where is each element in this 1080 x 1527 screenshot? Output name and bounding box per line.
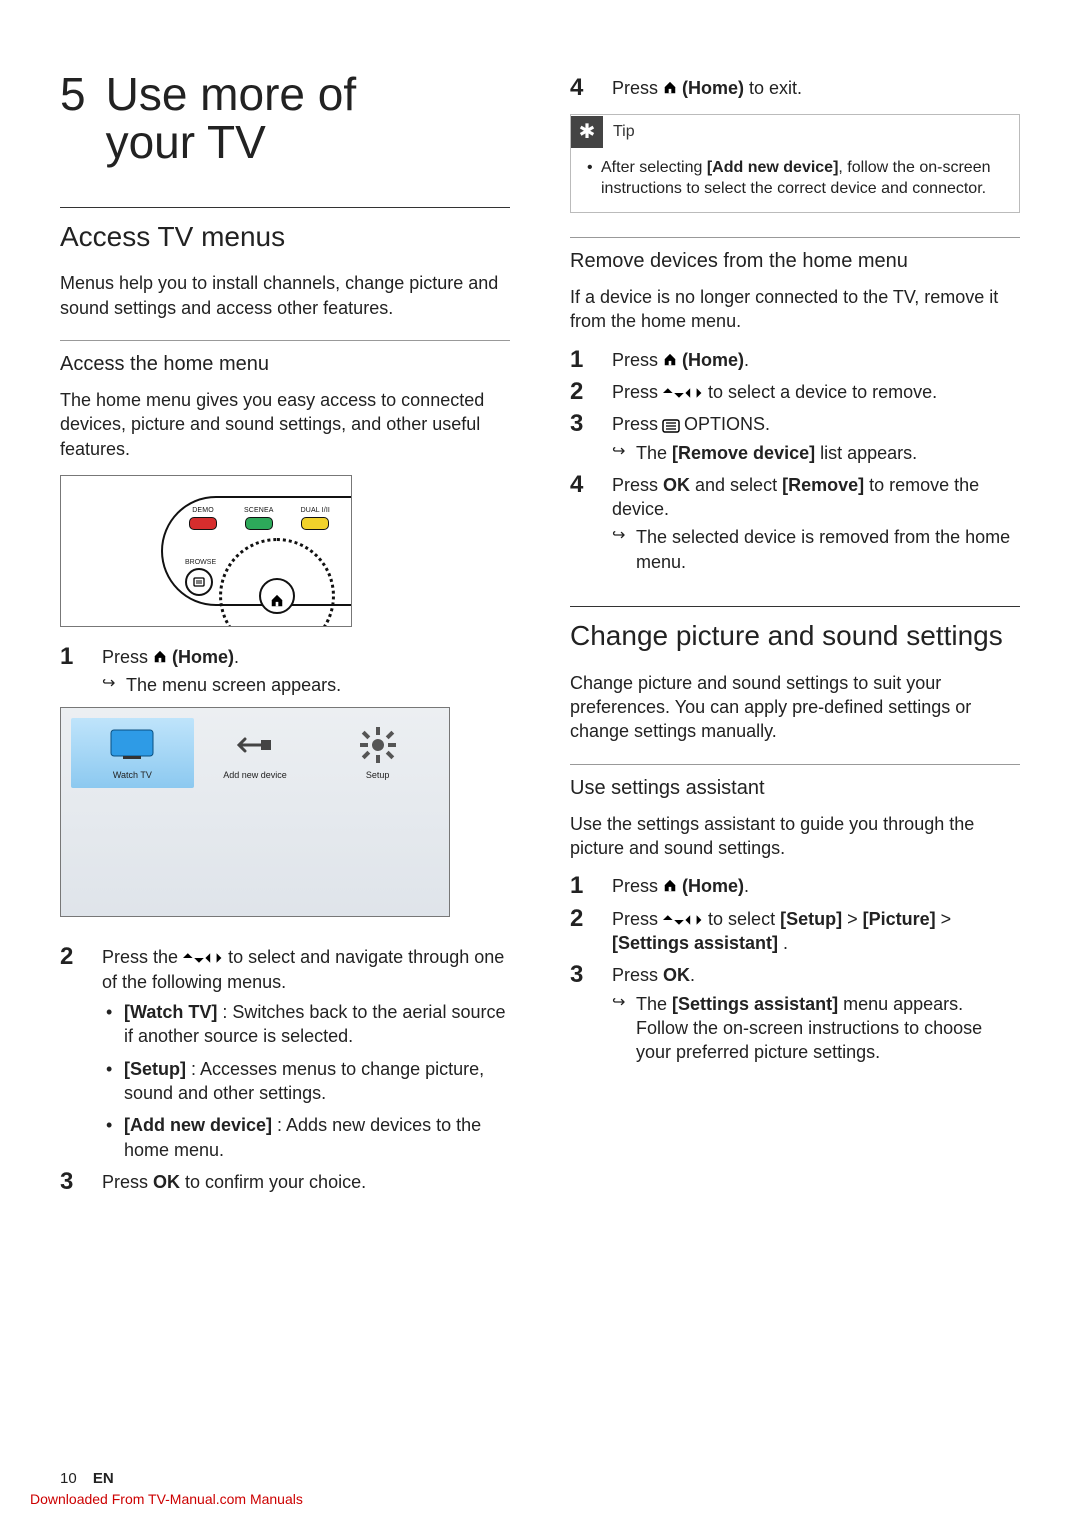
assist-step-1: Press (Home). xyxy=(570,874,1020,898)
remove-step-4: Press OK and select [Remove] to remove t… xyxy=(570,473,1020,574)
remote-key-yellow xyxy=(301,517,329,530)
bullet-watch-tv: [Watch TV] : Switches back to the aerial… xyxy=(102,1000,510,1049)
left-column: 5 Use more of your TV Access TV menus Me… xyxy=(60,70,510,1204)
remote-browse-label: BROWSE xyxy=(185,558,216,567)
page-lang: EN xyxy=(93,1470,114,1487)
tile-setup: Setup xyxy=(316,718,439,788)
subsection-intro: The home menu gives you easy access to c… xyxy=(60,388,510,461)
subsection-remove-devices: Remove devices from the home menu xyxy=(570,248,1020,275)
rule xyxy=(570,237,1020,238)
section-access-tv-menus: Access TV menus xyxy=(60,218,510,256)
remove-step-3-result: The [Remove device] list appears. xyxy=(612,441,1020,465)
home-icon xyxy=(663,348,677,362)
tile-label: Add new device xyxy=(223,769,287,781)
home-icon xyxy=(153,645,167,659)
bullet-add-new-device: [Add new device] : Adds new devices to t… xyxy=(102,1113,510,1162)
right-column: Press (Home) to exit. ✱ Tip After select… xyxy=(570,70,1020,1204)
tile-label: Watch TV xyxy=(113,769,152,781)
rule xyxy=(570,606,1020,607)
tip-box: ✱ Tip After selecting [Add new device], … xyxy=(570,114,1020,213)
tip-body: After selecting [Add new device], follow… xyxy=(585,157,1005,200)
remote-key-label: SCENEA xyxy=(244,506,274,515)
remote-browse-button xyxy=(185,568,213,596)
nav-arrows-icon xyxy=(183,945,223,957)
tip-icon: ✱ xyxy=(571,116,603,148)
page-number: 10 xyxy=(60,1469,77,1489)
tv-menu-illustration: Watch TV Add new device Setup xyxy=(60,707,450,917)
step-2: Press the to select and navigate through… xyxy=(60,945,510,1161)
step-4: Press (Home) to exit. xyxy=(570,76,1020,100)
chapter-number: 5 xyxy=(60,70,86,118)
section-intro: Menus help you to install channels, chan… xyxy=(60,271,510,320)
step-1-result: The menu screen appears. xyxy=(102,673,510,697)
remote-key-label: DEMO xyxy=(189,506,217,515)
section-change-picture-sound: Change picture and sound settings xyxy=(570,617,1020,655)
remote-illustration: DEMO SCENEA DUAL I/II SLEEP BROWSE xyxy=(60,475,352,627)
tile-label: Setup xyxy=(366,769,390,781)
rule xyxy=(60,340,510,341)
home-label: (Home) xyxy=(682,78,744,98)
remote-key-label: DUAL I/II xyxy=(301,506,330,515)
tip-title: Tip xyxy=(613,115,635,149)
chapter-title-line2: your TV xyxy=(106,116,266,168)
remove-step-4-result: The selected device is removed from the … xyxy=(612,525,1020,574)
subsection-intro: If a device is no longer connected to th… xyxy=(570,285,1020,334)
rule xyxy=(60,207,510,208)
step-1: Press (Home). The menu screen appears. xyxy=(60,645,510,698)
subsection-intro: Use the settings assistant to guide you … xyxy=(570,812,1020,861)
assist-step-3: Press OK. The [Settings assistant] menu … xyxy=(570,963,1020,1064)
subsection-settings-assistant: Use settings assistant xyxy=(570,775,1020,802)
rule xyxy=(570,764,1020,765)
remote-key-green xyxy=(245,517,273,530)
remove-step-1: Press (Home). xyxy=(570,348,1020,372)
step-3: Press OK to confirm your choice. xyxy=(60,1170,510,1194)
assist-step-2: Press to select [Setup] > [Picture] >[Se… xyxy=(570,907,1020,956)
home-label: (Home) xyxy=(172,647,234,667)
subsection-access-home-menu: Access the home menu xyxy=(60,351,510,378)
remote-key-red xyxy=(189,517,217,530)
download-footer: Downloaded From TV-Manual.com Manuals xyxy=(30,1490,303,1509)
home-icon xyxy=(663,874,677,888)
assist-step-3-result: The [Settings assistant] menu appears. F… xyxy=(612,992,1020,1065)
remove-step-3: Press OPTIONS. The [Remove device] list … xyxy=(570,412,1020,465)
options-icon xyxy=(663,413,679,425)
home-icon xyxy=(663,76,677,90)
section-intro: Change picture and sound settings to sui… xyxy=(570,671,1020,744)
nav-arrows-icon xyxy=(663,907,703,919)
bullet-setup: [Setup] : Accesses menus to change pictu… xyxy=(102,1057,510,1106)
remove-step-2: Press to select a device to remove. xyxy=(570,380,1020,404)
chapter-title-line1: Use more of xyxy=(106,68,357,120)
tile-watch-tv: Watch TV xyxy=(71,718,194,788)
nav-arrows-icon xyxy=(663,380,703,392)
page-footer: 10 EN xyxy=(60,1469,114,1489)
chapter-title: 5 Use more of your TV xyxy=(60,70,510,167)
tile-add-new-device: Add new device xyxy=(194,718,317,788)
